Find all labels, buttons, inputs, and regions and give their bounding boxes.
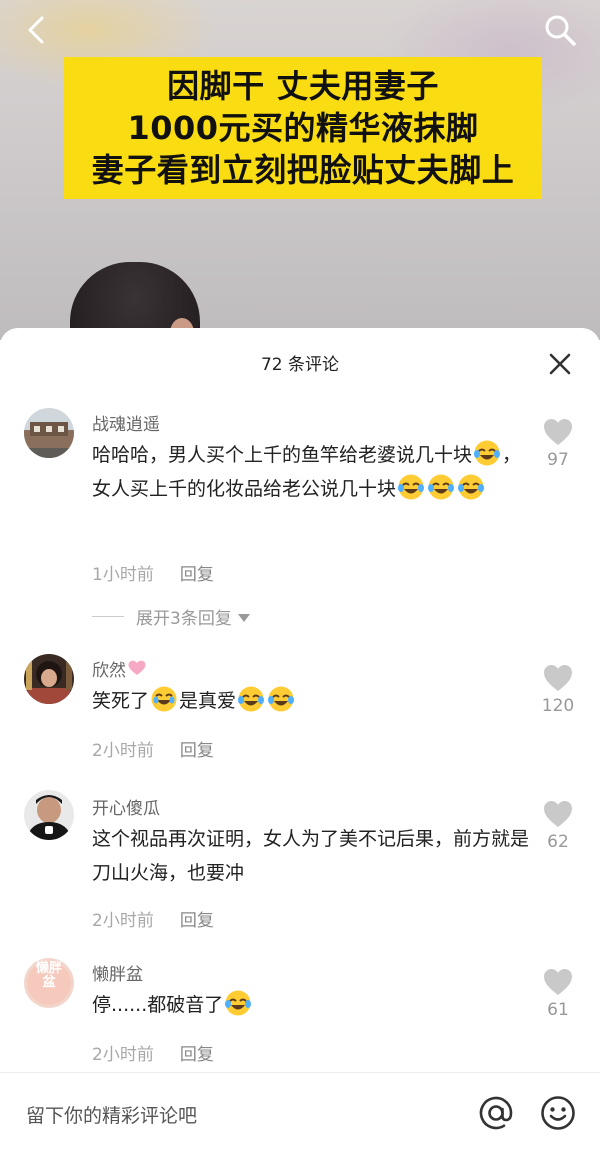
back-button[interactable] [16,10,56,50]
comment-text-part: 停......都破音了 [92,994,224,1016]
like-count: 61 [547,1000,569,1020]
avatar-image [24,790,74,840]
comment-author[interactable]: 懒胖盆 [92,960,143,985]
avatar-image [24,408,74,458]
comment-text: 哈哈哈，男人买个上千的鱼竿给老婆说几十块 ，女人买上千的化妆品给老公说几十块 [92,438,532,506]
comment-text-part: 笑死了 [92,690,150,712]
comment-item: 欣然 笑死了 是真爱 2小时前 回复 120 [0,654,600,774]
expand-replies-button[interactable]: 展开3条回复 [92,604,250,629]
laugh-cry-emoji-icon [238,686,265,712]
laugh-cry-emoji-icon [398,474,425,500]
like-count: 62 [547,832,569,852]
heart-icon [544,969,572,995]
comment-text-part: 是真爱 [179,690,237,712]
emoji-button[interactable] [540,1095,576,1131]
comment-author-name: 欣然 [92,661,126,681]
comment-author[interactable]: 战魂逍遥 [92,410,160,435]
video-preview[interactable]: 因脚干 丈夫用妻子 1000元买的精华液抹脚 妻子看到立刻把脸贴丈夫脚上 [0,0,600,340]
reply-button[interactable]: 回复 [180,911,214,931]
close-icon [549,353,571,375]
comment-item: 开心傻瓜 这个视品再次证明，女人为了美不记后果，前方就是刀山火海，也要冲 2小时… [0,790,600,940]
comment-time: 1小时前 [92,565,154,585]
like-button[interactable]: 120 [538,664,578,716]
comment-time: 2小时前 [92,741,154,761]
divider [92,616,124,617]
avatar[interactable] [24,654,74,704]
caption-line: 1000元买的精华液抹脚 [127,109,479,147]
search-icon [545,15,576,46]
at-icon [479,1096,513,1130]
heart-icon [544,801,572,827]
video-caption: 因脚干 丈夫用妻子 1000元买的精华液抹脚 妻子看到立刻把脸贴丈夫脚上 [64,57,542,199]
comment-time: 2小时前 [92,911,154,931]
comments-sheet: 72 条评论 战魂逍遥 哈哈哈，男人买个上千的鱼竿给老婆说几十块 ，女人买上千的化… [0,328,600,1152]
comment-time: 2小时前 [92,1045,154,1065]
mention-button[interactable] [478,1095,514,1131]
laugh-cry-emoji-icon [268,686,295,712]
like-button[interactable]: 97 [538,418,578,470]
comment-text: 这个视品再次证明，女人为了美不记后果，前方就是刀山火海，也要冲 [92,822,532,890]
laugh-cry-emoji-icon [225,990,252,1016]
avatar[interactable]: 懒胖盆 [24,958,74,1008]
heart-icon [544,665,572,691]
joy-emoji-icon [151,686,177,712]
like-button[interactable]: 61 [538,968,578,1020]
avatar[interactable] [24,790,74,840]
reply-button[interactable]: 回复 [180,565,214,585]
like-count: 97 [547,450,569,470]
search-button[interactable] [540,10,580,50]
avatar-text: 懒胖盆 [35,961,62,990]
like-count: 120 [541,696,575,716]
pink-heart-icon [128,660,146,675]
comment-meta: 2小时前 回复 [92,1040,214,1065]
comment-author[interactable]: 开心傻瓜 [92,794,160,819]
laugh-cry-emoji-icon [474,440,501,466]
comment-input[interactable]: 留下你的精彩评论吧 [26,1101,197,1128]
caption-line: 因脚干 丈夫用妻子 [167,67,439,105]
avatar[interactable] [24,408,74,458]
emoji-icon [541,1096,575,1130]
reply-button[interactable]: 回复 [180,1045,214,1065]
close-button[interactable] [546,350,574,378]
laugh-cry-emoji-icon [428,474,455,500]
comment-text-part: 哈哈哈，男人买个上千的鱼竿给老婆说几十块 [92,444,473,466]
comments-count-title: 72 条评论 [260,355,340,375]
reply-button[interactable]: 回复 [180,741,214,761]
comment-text: 停......都破音了 [92,988,532,1022]
comment-item: 战魂逍遥 哈哈哈，男人买个上千的鱼竿给老婆说几十块 ，女人买上千的化妆品给老公说几… [0,404,600,634]
heart-icon [544,419,572,445]
comment-input-bar: 留下你的精彩评论吧 [0,1072,600,1152]
comment-item: 懒胖盆 懒胖盆 停......都破音了 2小时前 回复 61 [0,958,600,1078]
comment-meta: 2小时前 回复 [92,736,214,761]
like-button[interactable]: 62 [538,800,578,852]
comment-text: 笑死了 是真爱 [92,684,532,718]
comment-meta: 1小时前 回复 [92,560,214,585]
chevron-left-icon [28,16,44,44]
comment-text-part: 这个视品再次证明，女人为了美不记后果，前方就是刀山火海，也要冲 [92,828,530,884]
comment-meta: 2小时前 回复 [92,906,214,931]
avatar-image [24,654,74,704]
caption-line: 妻子看到立刻把脸贴丈夫脚上 [91,151,515,189]
laugh-cry-emoji-icon [458,474,485,500]
comments-header: 72 条评论 [0,328,600,394]
comment-author[interactable]: 欣然 [92,656,146,681]
caret-down-icon [237,613,250,622]
expand-replies-label: 展开3条回复 [136,609,232,629]
